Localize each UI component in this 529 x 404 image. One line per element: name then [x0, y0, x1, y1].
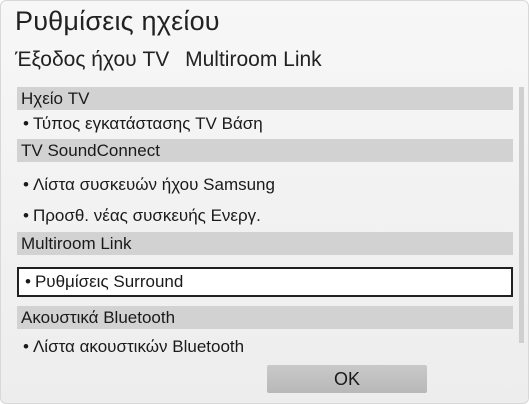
section-label: TV SoundConnect [21, 141, 160, 160]
bullet-icon: • [23, 114, 29, 133]
menu-item-label: Λίστα συσκευών ήχου Samsung [32, 175, 275, 194]
menu-item-label: Τύπος εγκατάστασης TV Βάση [32, 114, 263, 133]
section-header-tv-speaker: Ηχείο TV [17, 87, 513, 110]
section-label: Multiroom Link [21, 234, 132, 253]
section-header-multiroom-link: Multiroom Link [17, 232, 513, 255]
bullet-icon: • [25, 272, 31, 291]
menu-item-samsung-audio-devices[interactable]: • Λίστα συσκευών ήχου Samsung [17, 173, 513, 197]
bullet-icon: • [23, 337, 29, 356]
bullet-icon: • [23, 175, 29, 194]
dialog-title: Ρυθμίσεις ηχείου [15, 6, 220, 36]
settings-list: Ηχείο TV • Τύπος εγκατάστασης TV Βάση TV … [17, 87, 513, 359]
tab-multiroom-link[interactable]: Multiroom Link [185, 48, 322, 71]
section-label: Ηχείο TV [21, 89, 90, 108]
section-label: Ακουστικά Bluetooth [21, 308, 176, 327]
menu-item-surround-settings[interactable]: • Ρυθμίσεις Surround [17, 267, 513, 297]
menu-item-tv-installation-type[interactable]: • Τύπος εγκατάστασης TV Βάση [17, 112, 513, 136]
sound-settings-dialog: Ρυθμίσεις ηχείου Έξοδος ήχου TV Multiroo… [0, 0, 529, 404]
ok-button[interactable]: OK [267, 365, 427, 393]
menu-item-label: Λίστα ακουστικών Bluetooth [32, 337, 245, 356]
bullet-icon: • [23, 206, 29, 225]
tab-tv-sound-output[interactable]: Έξοδος ήχου TV [15, 48, 169, 71]
menu-item-add-new-device[interactable]: • Προσθ. νέας συσκευής Ενεργ. [17, 204, 513, 228]
section-header-bluetooth-headphones: Ακουστικά Bluetooth [17, 306, 513, 329]
list-scrollbar[interactable] [519, 87, 524, 343]
menu-item-bluetooth-headphone-list[interactable]: • Λίστα ακουστικών Bluetooth [17, 335, 513, 359]
tab-bar: Έξοδος ήχου TV Multiroom Link [15, 48, 322, 72]
menu-item-label: Προσθ. νέας συσκευής Ενεργ. [32, 206, 261, 225]
menu-item-label: Ρυθμίσεις Surround [34, 272, 184, 291]
section-header-tv-soundconnect: TV SoundConnect [17, 139, 513, 162]
scrollbar-thumb[interactable] [519, 87, 524, 343]
